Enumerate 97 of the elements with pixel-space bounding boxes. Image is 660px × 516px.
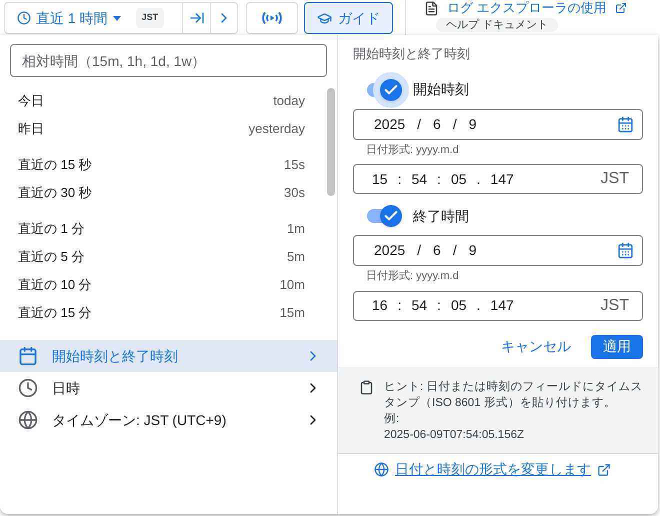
preset-label: 今日 (18, 92, 44, 110)
section-title: 開始時刻と終了時刻 (353, 45, 471, 63)
preset-shortcut: 10m (280, 276, 305, 294)
time-field[interactable]: 15 : 54 : 05 . 147 JST (353, 164, 643, 194)
globe-icon (18, 410, 38, 430)
preset-shortcut: 1m (286, 220, 305, 238)
preset-item[interactable]: 直近の 30 秒 30s (0, 179, 337, 207)
preset-item[interactable]: 今日 today (0, 87, 337, 115)
date-part-label: / (417, 241, 422, 260)
timezone-badge: JST (136, 8, 164, 28)
time-part-label: 147 (490, 296, 514, 315)
preset-shortcut: yesterday (248, 120, 305, 138)
preset-item[interactable]: 直近の 1 分 1m (0, 215, 337, 243)
time-part-label: 05 (450, 170, 467, 188)
date-field[interactable]: 2025 / 6 / 9 (353, 108, 643, 140)
time-part-label: . (476, 296, 480, 315)
preset-label: 直近の 10 分 (18, 276, 92, 294)
time-part-label: 54 (411, 170, 428, 188)
external-link-icon (614, 2, 627, 14)
preset-shortcut: 5m (286, 248, 305, 266)
hint-text: ヒント: 日付または時刻のフィールドにタイムスタンプ（ISO 8601 形式）を貼り付けます。 (384, 379, 644, 410)
help-link[interactable]: ログ エクスプローラの使用 (447, 0, 607, 16)
menu-label: 日時 (52, 378, 81, 398)
preset-item[interactable]: 直近の 10 分 10m (0, 271, 337, 299)
menu-item[interactable]: 日時 (0, 372, 337, 404)
relative-time-field[interactable]: 相対時間（15m, 1h, 1d, 1w） (10, 44, 327, 77)
preset-shortcut: 30s (284, 184, 305, 202)
preset-label: 直近の 30 秒 (18, 184, 92, 202)
date-part-label: 9 (468, 241, 477, 260)
globe-icon (374, 462, 389, 477)
date-part-label: 2025 (374, 241, 406, 260)
time-part-label: 15 (372, 170, 388, 188)
date-format-hint: 日付形式: yyyy.m.d (366, 142, 460, 158)
time-part-label: : (437, 296, 441, 315)
example-timestamp: 2025-06-09T07:54:05.156Z (384, 428, 526, 442)
time-part-label: . (476, 170, 480, 188)
format-link[interactable]: 日付と時刻の形式を変更します (395, 459, 591, 480)
date-part-label: 6 (433, 241, 441, 260)
time-part-label: 05 (450, 296, 467, 315)
preset-label: 直近の 5 分 (18, 248, 84, 266)
scrollbar[interactable] (327, 88, 335, 196)
menu-label: 開始時刻と終了時刻 (52, 346, 179, 366)
time-range-label: 直近 1 時間 (36, 8, 108, 28)
apply-button[interactable]: 適用 (591, 334, 643, 358)
menu-label: タイムゾーン: JST (UTC+9) (52, 410, 228, 430)
toggle-switch[interactable] (365, 72, 409, 108)
time-field[interactable]: 16 : 54 : 05 . 147 JST (353, 290, 643, 320)
timezone-label: JST (600, 296, 629, 316)
preset-label: 直近の 15 分 (18, 304, 92, 322)
time-part-label: : (398, 170, 402, 188)
cancel-button[interactable]: キャンセル (501, 336, 571, 357)
example-label: 例: (384, 412, 400, 426)
preset-shortcut: 15m (280, 304, 305, 322)
jump-to-end-icon (188, 10, 204, 26)
date-part-label: 9 (468, 114, 477, 134)
preset-item[interactable]: 直近の 15 分 15m (0, 299, 337, 327)
clock-icon (18, 378, 38, 398)
date-part-label: / (452, 241, 457, 260)
live-stream-button[interactable] (246, 2, 298, 34)
timezone-label: JST (600, 169, 629, 189)
date-format-hint: 日付形式: yyyy.m.d (366, 269, 460, 284)
caret-icon (112, 16, 121, 20)
time-range-button[interactable]: 直近 1 時間 JST (5, 3, 182, 33)
preset-label: 昨日 (18, 120, 44, 138)
menu-item[interactable]: タイムゾーン: JST (UTC+9) (0, 404, 337, 436)
time-part-label: 54 (411, 296, 428, 315)
live-stream-icon (261, 11, 283, 25)
external-link-icon (597, 462, 611, 476)
preset-shortcut: today (273, 92, 305, 110)
time-part-label: 16 (372, 296, 388, 315)
menu-item[interactable]: 開始時刻と終了時刻 (0, 340, 337, 372)
preset-item[interactable]: 直近の 15 秒 15s (0, 151, 337, 179)
date-field[interactable]: 2025 / 6 / 9 (353, 235, 643, 266)
document-icon (424, 0, 439, 16)
preset-shortcut: 15s (284, 156, 305, 174)
preset-item[interactable]: 昨日 yesterday (0, 115, 337, 143)
time-part-label: : (437, 170, 441, 188)
time-part-label: 147 (490, 170, 514, 188)
date-part-label: / (452, 114, 457, 134)
graduation-cap-icon (317, 10, 332, 26)
preset-label: 直近の 15 秒 (18, 156, 92, 174)
preset-item[interactable]: 直近の 5 分 5m (0, 243, 337, 271)
clipboard-icon (359, 380, 374, 394)
calendar-icon (18, 346, 38, 366)
switch-knob[interactable] (373, 72, 409, 108)
clock-icon (17, 11, 31, 25)
calendar-icon[interactable] (617, 116, 634, 132)
date-part-label: 2025 (374, 114, 406, 134)
preset-label: 直近の 1 分 (18, 220, 84, 238)
guide-button[interactable]: ガイド (304, 2, 393, 34)
toggle-label: 開始時刻 (413, 80, 469, 99)
date-part-label: / (417, 114, 422, 134)
date-part-label: 6 (433, 114, 441, 134)
calendar-icon[interactable] (617, 242, 634, 259)
help-chip[interactable]: ヘルプ ドキュメント (436, 18, 558, 32)
toggle-label: 終了時間 (413, 206, 469, 226)
time-part-label: : (398, 296, 402, 315)
